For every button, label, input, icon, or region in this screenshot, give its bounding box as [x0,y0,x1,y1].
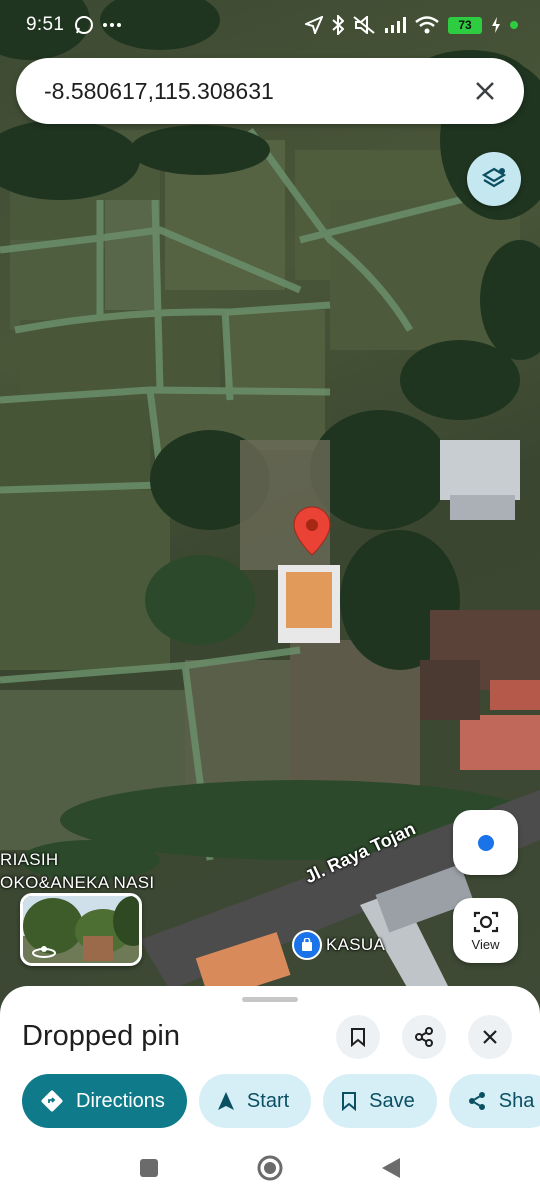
view-button[interactable]: View [453,898,518,963]
share-icon-button[interactable] [402,1015,446,1059]
map-poi-label-line2[interactable]: OKO&ANEKA NASI [0,873,154,893]
bookmark-icon [342,1092,357,1111]
navigation-icon [217,1092,234,1110]
privacy-indicator-dot [510,21,518,29]
share-button[interactable]: Sha [448,1074,540,1128]
view-button-label: View [471,936,500,952]
close-sheet-button[interactable] [468,1015,512,1059]
save-label: Save [369,1089,415,1112]
wifi-icon [415,16,439,34]
layers-button[interactable] [467,152,521,206]
lens-icon [473,911,498,932]
map-poi-label-line1[interactable]: RIASIH [0,850,58,870]
share-label: Sha [498,1089,535,1112]
status-bar: 9:51 73 [0,0,540,50]
home-button[interactable] [256,1154,284,1182]
close-icon [476,82,494,100]
my-location-button[interactable] [453,810,518,875]
start-label: Start [246,1089,290,1112]
my-location-icon [477,834,494,851]
map-poi-kasua-label: KASUA [326,935,386,954]
back-button[interactable] [380,1156,402,1180]
search-input[interactable]: -8.580617,115.308631 [44,78,468,105]
place-bottom-sheet[interactable]: Dropped pin Directions Start Save Sha [0,986,540,1136]
status-time: 9:51 [26,14,65,35]
more-notifications-icon [103,23,122,27]
bluetooth-icon [332,15,344,35]
navigation-arrow-icon [305,16,323,34]
share-icon [468,1092,485,1110]
bookmark-icon [351,1028,365,1047]
clear-search-button[interactable] [468,74,502,108]
sheet-title: Dropped pin [22,1020,180,1052]
layers-icon [481,167,507,188]
map-poi-kasua[interactable]: KASUA [292,930,385,960]
directions-label: Directions [76,1089,165,1112]
street-view-thumbnail[interactable] [20,893,142,966]
system-navigation-bar [0,1136,540,1200]
signal-icon [385,17,406,33]
start-button[interactable]: Start [198,1074,312,1128]
mute-icon [353,16,375,34]
share-icon [415,1027,433,1047]
save-button[interactable]: Save [323,1074,437,1128]
sheet-drag-handle[interactable] [242,997,298,1002]
directions-icon [41,1090,63,1112]
whatsapp-icon [75,16,94,34]
search-bar[interactable]: -8.580617,115.308631 [16,58,524,124]
360-view-icon [32,946,56,958]
battery-indicator: 73 [448,16,482,34]
action-chips: Directions Start Save Sha [22,1074,540,1128]
shopping-bag-icon [292,930,322,960]
close-icon [483,1030,497,1044]
recents-button[interactable] [138,1157,160,1179]
directions-button[interactable]: Directions [22,1074,187,1128]
charging-icon [492,17,500,33]
bookmark-button[interactable] [336,1015,380,1059]
